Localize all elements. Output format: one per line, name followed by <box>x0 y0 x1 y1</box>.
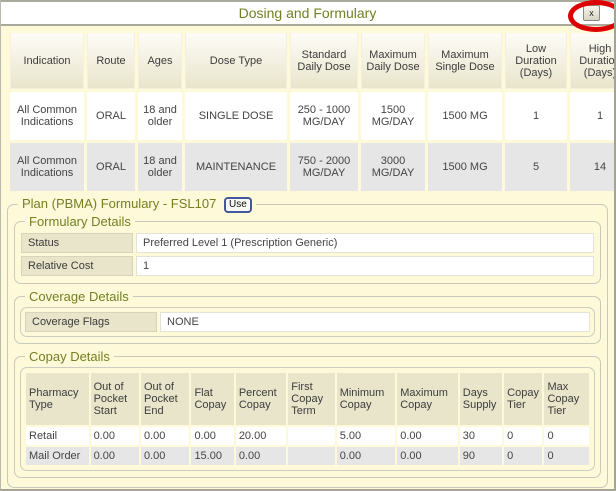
status-value: Preferred Level 1 (Prescription Generic) <box>136 233 594 253</box>
table-cell: SINGLE DOSE <box>185 92 287 140</box>
table-cell: 1 <box>570 92 616 140</box>
copay-table: Pharmacy Type Out of Pocket Start Out of… <box>24 371 591 467</box>
table-row: Mail Order 0.00 0.00 15.00 0.00 0.00 0.0… <box>26 447 589 465</box>
table-cell: 0.00 <box>337 447 396 465</box>
table-cell: 18 and older <box>138 92 182 140</box>
column-header: Minimum Copay <box>337 373 396 425</box>
table-cell: 750 - 2000 MG/DAY <box>290 143 358 191</box>
table-cell: 30 <box>460 427 502 445</box>
table-cell: 0 <box>544 447 589 465</box>
table-cell: 15.00 <box>191 447 233 465</box>
formulary-details-section: Formulary Details Status Preferred Level… <box>14 214 601 284</box>
plan-formulary-legend: Plan (PBMA) Formulary - FSL107 Use <box>18 196 256 213</box>
coverage-flags-label: Coverage Flags <box>25 312 157 332</box>
column-header: Indication <box>10 33 84 89</box>
table-cell: 0 <box>504 427 542 445</box>
dosing-table: Indication Route Ages Dose Type Standard… <box>7 30 616 194</box>
table-cell: 1 <box>505 92 567 140</box>
plan-formulary-title: Plan (PBMA) Formulary - FSL107 <box>22 196 216 211</box>
copay-header-row: Pharmacy Type Out of Pocket Start Out of… <box>26 373 589 425</box>
table-cell: 0.00 <box>141 427 189 445</box>
table-cell <box>288 447 334 465</box>
copay-details-legend: Copay Details <box>25 349 114 364</box>
copay-details-wrapper: Pharmacy Type Out of Pocket Start Out of… <box>20 367 595 471</box>
column-header: Route <box>87 33 135 89</box>
table-cell: 1500 MG/DAY <box>361 92 425 140</box>
column-header: First Copay Term <box>288 373 334 425</box>
relative-cost-row: Relative Cost 1 <box>21 256 594 276</box>
table-cell: 0 <box>504 447 542 465</box>
relative-cost-value: 1 <box>136 256 594 276</box>
column-header: Maximum Copay <box>397 373 458 425</box>
column-header: Out of Pocket End <box>141 373 189 425</box>
column-header: Maximum Daily Dose <box>361 33 425 89</box>
status-row: Status Preferred Level 1 (Prescription G… <box>21 233 594 253</box>
table-cell: All Common Indications <box>10 143 84 191</box>
table-cell: 18 and older <box>138 143 182 191</box>
table-cell <box>288 427 334 445</box>
column-header: Max Copay Tier <box>544 373 589 425</box>
table-cell: 0.00 <box>141 447 189 465</box>
copay-details-section: Copay Details Pharmacy Type Out of Pocke… <box>14 349 601 478</box>
table-cell: ORAL <box>87 143 135 191</box>
table-cell: ORAL <box>87 92 135 140</box>
column-header: Out of Pocket Start <box>91 373 139 425</box>
table-cell: Retail <box>26 427 89 445</box>
column-header: Maximum Single Dose <box>428 33 502 89</box>
table-cell: 20.00 <box>236 427 286 445</box>
table-cell: 0.00 <box>236 447 286 465</box>
column-header: Pharmacy Type <box>26 373 89 425</box>
table-cell: 0 <box>544 427 589 445</box>
table-cell: 250 - 1000 MG/DAY <box>290 92 358 140</box>
coverage-details-wrapper: Coverage Flags NONE <box>20 307 595 337</box>
table-cell: 90 <box>460 447 502 465</box>
table-cell: All Common Indications <box>10 92 84 140</box>
column-header: Days Supply <box>460 373 502 425</box>
dosing-table-header-row: Indication Route Ages Dose Type Standard… <box>10 33 616 89</box>
title-bar: Dosing and Formulary x <box>1 0 614 26</box>
coverage-details-legend: Coverage Details <box>25 289 133 304</box>
column-header: Copay Tier <box>504 373 542 425</box>
column-header: Ages <box>138 33 182 89</box>
column-header: Dose Type <box>185 33 287 89</box>
dosing-formulary-window: Dosing and Formulary x Indication Route … <box>0 0 616 491</box>
status-label: Status <box>21 233 133 253</box>
column-header: Standard Daily Dose <box>290 33 358 89</box>
table-row: Retail 0.00 0.00 0.00 20.00 5.00 0.00 30… <box>26 427 589 445</box>
table-row: All Common Indications ORAL 18 and older… <box>10 92 616 140</box>
relative-cost-label: Relative Cost <box>21 256 133 276</box>
table-cell: 0.00 <box>191 427 233 445</box>
column-header: Low Duration (Days) <box>505 33 567 89</box>
coverage-flags-row: Coverage Flags NONE <box>25 312 590 332</box>
table-cell: 0.00 <box>91 427 139 445</box>
plan-formulary-section: Plan (PBMA) Formulary - FSL107 Use Formu… <box>7 196 608 488</box>
page-title: Dosing and Formulary <box>239 5 377 21</box>
table-cell: 14 <box>570 143 616 191</box>
table-cell: 0.00 <box>397 427 458 445</box>
column-header: Percent Copay <box>236 373 286 425</box>
table-cell: 5.00 <box>337 427 396 445</box>
use-button[interactable]: Use <box>224 197 252 213</box>
coverage-flags-value: NONE <box>160 312 590 332</box>
table-cell: 0.00 <box>397 447 458 465</box>
table-cell: 1500 MG <box>428 143 502 191</box>
table-cell: Mail Order <box>26 447 89 465</box>
table-cell: 5 <box>505 143 567 191</box>
table-row: All Common Indications ORAL 18 and older… <box>10 143 616 191</box>
column-header: High Duration (Days) <box>570 33 616 89</box>
table-cell: MAINTENANCE <box>185 143 287 191</box>
coverage-details-section: Coverage Details Coverage Flags NONE <box>14 289 601 344</box>
formulary-details-legend: Formulary Details <box>25 214 135 229</box>
table-cell: 1500 MG <box>428 92 502 140</box>
column-header: Flat Copay <box>191 373 233 425</box>
table-cell: 3000 MG/DAY <box>361 143 425 191</box>
close-button[interactable]: x <box>583 5 600 21</box>
table-cell: 0.00 <box>91 447 139 465</box>
